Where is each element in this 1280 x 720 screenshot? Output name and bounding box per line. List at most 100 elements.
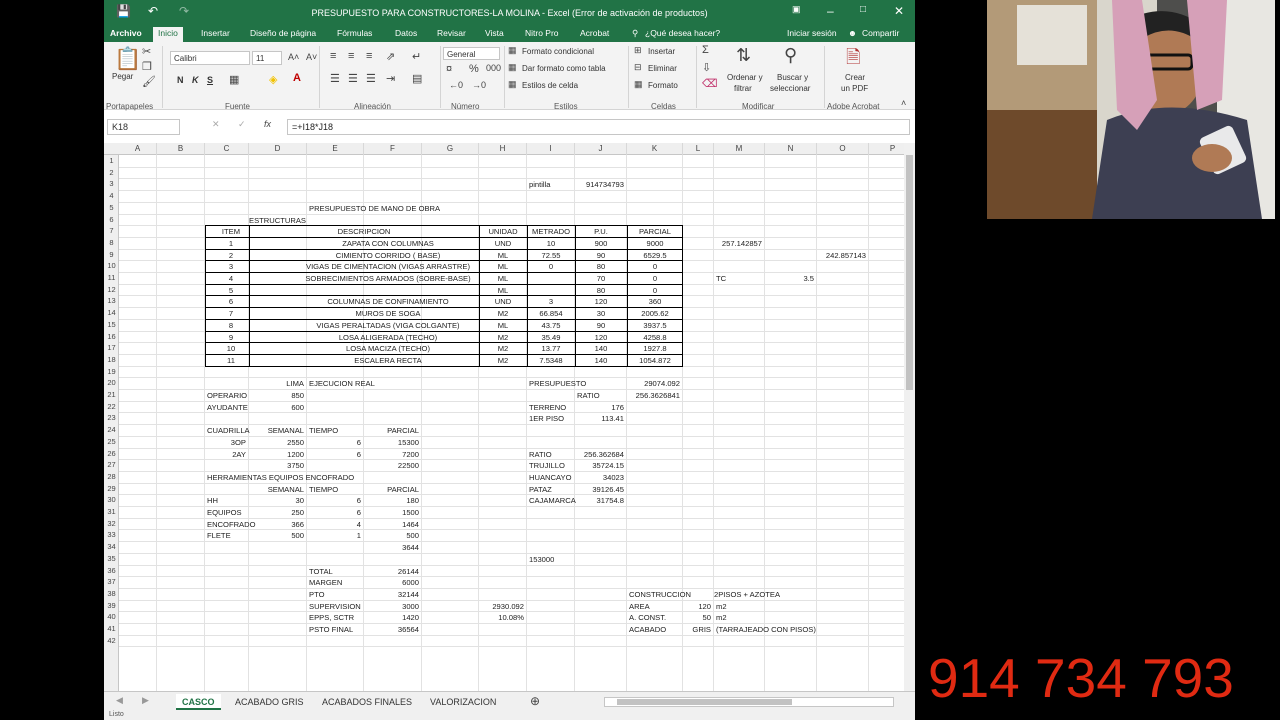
cell-j13[interactable]: 120 bbox=[575, 296, 627, 307]
cell-f34[interactable]: 3644 bbox=[364, 542, 419, 553]
cell-i35[interactable]: 153000 bbox=[529, 554, 554, 565]
column-header-a[interactable]: A bbox=[119, 143, 157, 155]
column-header-i[interactable]: I bbox=[527, 143, 575, 155]
comma-style-icon[interactable]: 000 bbox=[486, 63, 501, 73]
cell-m11[interactable]: TC bbox=[716, 273, 726, 284]
cell-h12[interactable]: ML bbox=[479, 285, 527, 296]
close-icon[interactable]: ✕ bbox=[894, 4, 904, 18]
cell-k40[interactable]: A. CONST. bbox=[629, 612, 666, 623]
tab-formulas[interactable]: Fórmulas bbox=[337, 28, 372, 42]
cell-e5[interactable]: PRESUPUESTO DE MANO DE OBRA bbox=[309, 203, 440, 214]
row-header-28[interactable]: 28 bbox=[104, 472, 119, 484]
cell-h17[interactable]: M2 bbox=[479, 343, 527, 354]
next-sheet-icon[interactable]: ▶ bbox=[142, 695, 149, 706]
row-header-31[interactable]: 31 bbox=[104, 507, 119, 519]
cell-c25[interactable]: 3OP bbox=[205, 437, 246, 448]
paste-icon[interactable]: 📋 bbox=[114, 46, 141, 72]
align-top-icon[interactable]: ≡ bbox=[330, 50, 336, 62]
cell-k16[interactable]: 4258.8 bbox=[627, 332, 683, 343]
cell-i7[interactable]: METRADO bbox=[527, 226, 575, 237]
cell-i8[interactable]: 10 bbox=[527, 238, 575, 249]
sheet-tab-casco[interactable]: CASCO bbox=[176, 694, 221, 710]
row-header-1[interactable]: 1 bbox=[104, 156, 119, 168]
cell-h10[interactable]: ML bbox=[479, 261, 527, 272]
cell-c26[interactable]: 2AY bbox=[205, 449, 246, 460]
row-header-6[interactable]: 6 bbox=[104, 215, 119, 227]
cell-d6[interactable]: ESTRUCTURAS bbox=[249, 215, 306, 226]
orientation-icon[interactable]: ⇗ bbox=[386, 50, 395, 63]
row-header-13[interactable]: 13 bbox=[104, 296, 119, 308]
collapse-ribbon-icon[interactable]: ˄ bbox=[901, 98, 906, 108]
format-as-table-button[interactable]: Dar formato como tabla bbox=[522, 64, 606, 73]
copy-icon[interactable]: ❐ bbox=[142, 60, 152, 73]
font-name-select[interactable]: Calibri bbox=[170, 51, 250, 65]
row-header-39[interactable]: 39 bbox=[104, 601, 119, 613]
column-header-g[interactable]: G bbox=[422, 143, 479, 155]
clear-icon[interactable]: ⌫ bbox=[702, 77, 718, 90]
sheet-tab-valorizacion[interactable]: VALORIZACION bbox=[430, 694, 496, 710]
cell-l39[interactable]: 120 bbox=[683, 601, 711, 612]
cell-e24[interactable]: TIEMPO bbox=[309, 425, 338, 436]
cell-j16[interactable]: 120 bbox=[575, 332, 627, 343]
row-header-16[interactable]: 16 bbox=[104, 332, 119, 344]
cell-e37[interactable]: MARGEN bbox=[309, 577, 342, 588]
cell-h40[interactable]: 10.08% bbox=[479, 612, 524, 623]
cell-j29[interactable]: 39126.45 bbox=[575, 484, 624, 495]
cell-grid[interactable]: pintilla 914734793 PRESUPUESTO DE MANO DE … bbox=[119, 155, 915, 691]
spreadsheet-grid[interactable]: ABCDEFGHIJKLMNOP 1 2 3 4 5 6 7 8 9 10 11 12 13 14 15 16… bbox=[104, 143, 915, 691]
cut-icon[interactable]: ✂ bbox=[142, 45, 151, 58]
cell-k9[interactable]: 6529.5 bbox=[627, 250, 683, 261]
row-header-36[interactable]: 36 bbox=[104, 566, 119, 578]
cell-d27[interactable]: 3750 bbox=[249, 460, 304, 471]
borders-icon[interactable]: ▦ bbox=[229, 73, 239, 86]
cell-e30[interactable]: 6 bbox=[307, 495, 361, 506]
cell-i13[interactable]: 3 bbox=[527, 296, 575, 307]
row-header-3[interactable]: 3 bbox=[104, 179, 119, 191]
cell-d30[interactable]: 30 bbox=[249, 495, 304, 506]
cell-m38[interactable]: 2PISOS + AZOTEA bbox=[714, 589, 780, 600]
cell-i30[interactable]: CAJAMARCA bbox=[529, 495, 576, 506]
cell-d32[interactable]: 366 bbox=[249, 519, 304, 530]
cell-h9[interactable]: ML bbox=[479, 250, 527, 261]
column-header-h[interactable]: H bbox=[479, 143, 527, 155]
cell-c28[interactable]: HERRAMIENTAS EQUIPOS ENCOFRADO bbox=[207, 472, 354, 483]
cell-o9[interactable]: 242.857143 bbox=[817, 250, 866, 261]
row-header-11[interactable]: 11 bbox=[104, 273, 119, 285]
increase-decimal-icon[interactable]: ←0 bbox=[449, 80, 463, 90]
row-header-23[interactable]: 23 bbox=[104, 413, 119, 425]
cell-h14[interactable]: M2 bbox=[479, 308, 527, 319]
cell-d31[interactable]: 250 bbox=[249, 507, 304, 518]
cell-e38[interactable]: PTO bbox=[309, 589, 324, 600]
cell-k20[interactable]: 29074.092 bbox=[627, 378, 680, 389]
cell-n11[interactable]: 3.5 bbox=[765, 273, 814, 284]
cell-e41[interactable]: PSTO FINAL bbox=[309, 624, 353, 635]
cell-d26[interactable]: 1200 bbox=[249, 449, 304, 460]
cell-e25[interactable]: 6 bbox=[307, 437, 361, 448]
row-header-26[interactable]: 26 bbox=[104, 449, 119, 461]
tab-revisar[interactable]: Revisar bbox=[437, 28, 466, 42]
cell-f33[interactable]: 500 bbox=[364, 530, 419, 541]
find-select-button[interactable]: Buscar y bbox=[777, 73, 808, 82]
ribbon-display-icon[interactable]: ▣ bbox=[792, 4, 801, 15]
fill-color-icon[interactable]: ◈ bbox=[269, 73, 277, 86]
cell-j7[interactable]: P.U. bbox=[575, 226, 627, 237]
create-pdf-button[interactable]: Crear bbox=[845, 73, 865, 82]
cell-f25[interactable]: 15300 bbox=[364, 437, 419, 448]
cell-h13[interactable]: UND bbox=[479, 296, 527, 307]
cell-k8[interactable]: 9000 bbox=[627, 238, 683, 249]
cell-j26[interactable]: 256.362684 bbox=[575, 449, 624, 460]
row-header-2[interactable]: 2 bbox=[104, 168, 119, 180]
cell-d22[interactable]: 600 bbox=[249, 402, 304, 413]
column-header-o[interactable]: O bbox=[817, 143, 869, 155]
format-painter-icon[interactable]: 🖌 bbox=[142, 75, 156, 88]
cell-h39[interactable]: 2930.092 bbox=[479, 601, 524, 612]
autosum-icon[interactable]: Σ bbox=[702, 44, 709, 56]
tab-datos[interactable]: Datos bbox=[395, 28, 417, 42]
row-header-27[interactable]: 27 bbox=[104, 460, 119, 472]
cell-k11[interactable]: 0 bbox=[627, 273, 683, 284]
insert-cells-button[interactable]: Insertar bbox=[648, 47, 675, 56]
row-header-19[interactable]: 19 bbox=[104, 367, 119, 379]
column-header-f[interactable]: F bbox=[364, 143, 422, 155]
cell-j12[interactable]: 80 bbox=[575, 285, 627, 296]
column-header-c[interactable]: C bbox=[205, 143, 249, 155]
